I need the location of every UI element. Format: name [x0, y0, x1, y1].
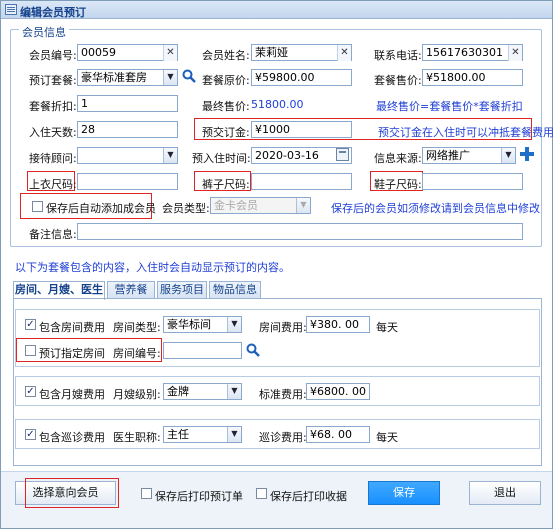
- shoe-size-label: 鞋子尺码:: [374, 178, 422, 191]
- consultant-dropdown-icon[interactable]: ▼: [163, 148, 177, 163]
- discount-label: 套餐折扣:: [29, 100, 77, 113]
- nanny-level-dropdown-icon[interactable]: ▼: [227, 384, 241, 399]
- deposit-label: 预交订金:: [202, 126, 250, 139]
- room-fee-input[interactable]: ¥380. 00: [306, 316, 370, 333]
- room-fee-unit: 每天: [376, 321, 398, 334]
- select-member-highlight-box: [25, 478, 119, 508]
- print-receipt-label: 保存后打印收据: [270, 490, 347, 503]
- tab-goods-info[interactable]: 物品信息: [209, 281, 261, 299]
- package-hint: 以下为套餐包含的内容，入住时会自动显示预订的内容。: [15, 261, 290, 274]
- pants-size-input[interactable]: [251, 173, 352, 190]
- tab-nutrition-meal[interactable]: 营养餐: [107, 281, 155, 299]
- doctor-fee-input[interactable]: ¥68. 00: [306, 426, 370, 443]
- nanny-fee-label: 标准费用:: [259, 388, 307, 401]
- remark-input[interactable]: [77, 223, 523, 240]
- package-dropdown-icon[interactable]: ▼: [163, 70, 177, 85]
- include-doctor-label: 包含巡诊费用: [39, 431, 105, 444]
- deposit-input[interactable]: ¥1000: [251, 121, 352, 138]
- print-receipt-checkbox[interactable]: [256, 488, 267, 499]
- room-search-icon[interactable]: [246, 343, 260, 357]
- phone-label: 联系电话:: [374, 49, 422, 62]
- package-search-icon[interactable]: [182, 69, 196, 83]
- print-order-label: 保存后打印预订单: [155, 490, 243, 503]
- remark-label: 备注信息:: [29, 228, 77, 241]
- source-label: 信息来源:: [374, 152, 422, 165]
- consultant-label: 接待顾问:: [29, 152, 77, 165]
- phone-clear-icon[interactable]: ✕: [508, 45, 522, 61]
- member-type-label: 会员类型:: [162, 202, 210, 215]
- pants-size-label: 裤子尺码:: [202, 178, 250, 191]
- room-fee-label: 房间费用:: [259, 321, 307, 334]
- doctor-title-dropdown-icon[interactable]: ▼: [227, 427, 241, 442]
- exit-button[interactable]: 退出: [469, 481, 541, 505]
- top-size-label: 上衣尺码:: [29, 178, 77, 191]
- include-nanny-label: 包含月嫂费用: [39, 388, 105, 401]
- edit-reservation-window: 编辑会员预订 会员信息 会员编号: 00059 ✕ 会员姓名: 茉莉娅 ✕ 联系…: [0, 0, 553, 529]
- member-note: 保存后的会员如须修改请到会员信息中修改: [331, 202, 540, 215]
- final-price-value: 51800.00: [251, 98, 304, 111]
- nanny-level-label: 月嫂级别:: [113, 388, 161, 401]
- original-price-input[interactable]: ¥59800.00: [251, 69, 352, 86]
- window-icon: [5, 4, 17, 15]
- source-dropdown-icon[interactable]: ▼: [501, 148, 515, 163]
- window-title: 编辑会员预订: [20, 6, 86, 19]
- member-no-clear-icon[interactable]: ✕: [163, 45, 177, 61]
- member-name-label: 会员姓名:: [202, 49, 250, 62]
- include-room-checkbox[interactable]: ✓: [25, 319, 36, 330]
- discount-input[interactable]: 1: [77, 95, 178, 112]
- auto-add-member-label: 保存后自动添加成会员: [46, 202, 156, 215]
- stay-days-input[interactable]: 28: [77, 121, 178, 138]
- tab-service-items[interactable]: 服务项目: [157, 281, 207, 299]
- original-price-label: 套餐原价:: [202, 74, 250, 87]
- save-button[interactable]: 保存: [368, 481, 440, 505]
- member-no-label: 会员编号:: [29, 49, 77, 62]
- checkin-date-label: 预入住时间:: [192, 152, 251, 165]
- shoe-size-input[interactable]: [422, 173, 523, 190]
- room-type-label: 房间类型:: [113, 321, 161, 334]
- deposit-note: 预交订金在入住时可以冲抵套餐费用: [378, 126, 553, 139]
- room-no-label: 房间编号:: [113, 347, 161, 360]
- title-bar: 编辑会员预订: [1, 1, 552, 19]
- print-order-checkbox[interactable]: [141, 488, 152, 499]
- calendar-icon[interactable]: [336, 148, 349, 161]
- room-no-input[interactable]: [163, 342, 242, 359]
- final-price-formula: 最终售价=套餐售价*套餐折扣: [376, 100, 523, 113]
- add-source-icon[interactable]: [520, 147, 534, 161]
- doctor-fee-unit: 每天: [376, 431, 398, 444]
- sale-price-input[interactable]: ¥51800.00: [422, 69, 523, 86]
- member-name-clear-icon[interactable]: ✕: [337, 45, 351, 61]
- include-doctor-checkbox[interactable]: ✓: [25, 429, 36, 440]
- final-price-label: 最终售价:: [202, 100, 250, 113]
- package-label: 预订套餐:: [29, 74, 77, 87]
- doctor-title-label: 医生职称:: [113, 431, 161, 444]
- room-type-dropdown-icon[interactable]: ▼: [227, 317, 241, 332]
- top-size-input[interactable]: [77, 173, 178, 190]
- auto-add-member-checkbox[interactable]: [32, 201, 43, 212]
- reserve-room-label: 预订指定房间: [39, 347, 105, 360]
- nanny-fee-input[interactable]: ¥6800. 00: [306, 383, 370, 400]
- member-type-dropdown-icon[interactable]: ▼: [296, 198, 310, 213]
- include-room-label: 包含房间费用: [39, 321, 105, 334]
- member-info-legend: 会员信息: [19, 24, 69, 40]
- doctor-fee-label: 巡诊费用:: [259, 431, 307, 444]
- reserve-room-checkbox[interactable]: [25, 345, 36, 356]
- stay-days-label: 入住天数:: [29, 126, 77, 139]
- sale-price-label: 套餐售价:: [374, 74, 422, 87]
- include-nanny-checkbox[interactable]: ✓: [25, 386, 36, 397]
